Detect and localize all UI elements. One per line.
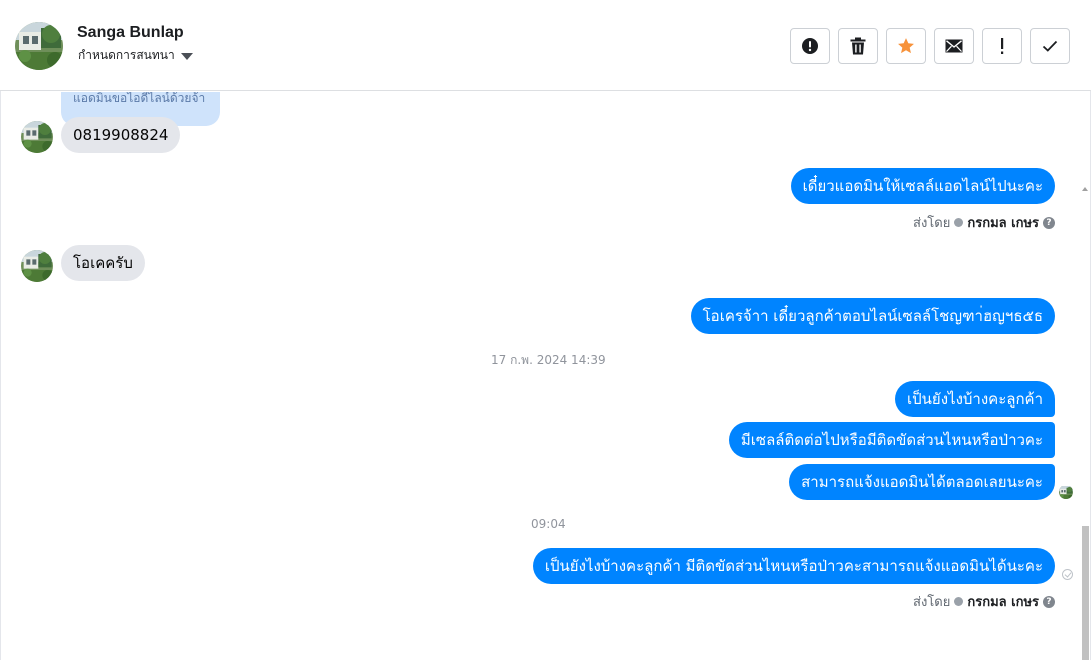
mark-done-button[interactable] <box>1030 28 1070 64</box>
agent-status-icon <box>954 218 964 227</box>
message-text: โอเคครับ <box>73 254 133 272</box>
seen-by-avatar <box>1059 485 1073 499</box>
contact-avatar[interactable] <box>15 22 63 70</box>
report-button[interactable] <box>790 28 830 64</box>
exclamation-icon <box>1001 38 1004 54</box>
header-toolbar <box>790 28 1070 64</box>
contact-name[interactable]: Sanga Bunlap <box>77 24 184 42</box>
message-text: สามารถแจ้งแอดมินได้ตลอดเลยนะคะ <box>801 473 1043 491</box>
message-text: เป็นยังไงบ้างคะลูกค้า มีติดขัดส่วนไหนหรื… <box>544 557 1043 575</box>
incoming-message[interactable]: โอเคครับ <box>61 245 145 281</box>
delete-button[interactable] <box>838 28 878 64</box>
incoming-message[interactable]: 0819908824 <box>61 117 181 153</box>
conversation-setting-dropdown[interactable]: กำหนดการสนทนา <box>78 46 193 65</box>
alert-circle-icon <box>802 38 818 54</box>
outgoing-message[interactable]: โอเครจ้าา เดี๋ยวลูกค้าตอบไลน์เซลล์โชญฑา่… <box>690 298 1055 334</box>
star-button[interactable] <box>886 28 926 64</box>
outgoing-message[interactable]: เดี๋ยวแอดมินให้เซลล์แอดไลน์ไปนะคะ <box>790 168 1055 204</box>
outgoing-message[interactable]: เป็นยังไงบ้างคะลูกค้า <box>895 381 1055 417</box>
sent-by-agent-name: กรกมล เกษร <box>967 216 1039 231</box>
timestamp-divider: 17 ก.พ. 2024 14:39 <box>491 353 606 367</box>
outgoing-message[interactable]: สามารถแจ้งแอดมินได้ตลอดเลยนะคะ <box>789 464 1055 500</box>
conversation-setting-label: กำหนดการสนทนา <box>78 48 175 62</box>
message-text: โอเครจ้าา เดี๋ยวลูกค้าตอบไลน์เซลล์โชญฑา่… <box>702 307 1043 325</box>
outgoing-message[interactable]: มีเซลล์ติดต่อไปหรือมีติดขัดส่วนไหนหรือป่… <box>728 422 1055 458</box>
caret-down-icon <box>180 52 193 60</box>
timestamp-divider: 09:04 <box>531 517 566 531</box>
scrollbar-thumb[interactable] <box>1082 526 1089 660</box>
sent-by-info: ส่งโดย กรกมล เกษร ? <box>913 591 1055 612</box>
message-text: เป็นยังไงบ้างคะลูกค้า <box>907 390 1043 408</box>
delivered-check-icon <box>1062 569 1073 580</box>
sent-by-label: ส่งโดย <box>913 216 951 231</box>
important-button[interactable] <box>982 28 1022 64</box>
outgoing-message[interactable]: เป็นยังไงบ้างคะลูกค้า มีติดขัดส่วนไหนหรื… <box>532 548 1055 584</box>
sent-by-info: ส่งโดย กรกมล เกษร ? <box>913 212 1055 233</box>
conversation-header: Sanga Bunlap กำหนดการสนทนา <box>0 0 1091 91</box>
scroll-up-arrow-icon[interactable] <box>1082 187 1088 191</box>
check-icon <box>1042 40 1058 52</box>
quoted-message-text: แอดมินขอไอดีไลน์ด้วยจ้า <box>73 92 206 105</box>
message-text: เดี๋ยวแอดมินให้เซลล์แอดไลน์ไปนะคะ <box>802 177 1043 195</box>
star-icon <box>898 38 914 54</box>
agent-status-icon <box>954 597 964 606</box>
trash-icon <box>850 37 866 55</box>
message-text: มีเซลล์ติดต่อไปหรือมีติดขัดส่วนไหนหรือป่… <box>740 431 1043 449</box>
help-icon[interactable]: ? <box>1043 595 1055 608</box>
mark-unread-button[interactable] <box>934 28 974 64</box>
sent-by-agent-name: กรกมล เกษร <box>967 595 1039 610</box>
sender-avatar[interactable] <box>21 121 53 153</box>
sender-avatar[interactable] <box>21 250 53 282</box>
message-text: 0819908824 <box>73 126 169 144</box>
envelope-icon <box>945 39 963 53</box>
message-thread[interactable]: แอดมินขอไอดีไลน์ด้วยจ้า 0819908824 เดี๋ย… <box>0 92 1091 660</box>
sent-by-label: ส่งโดย <box>913 595 951 610</box>
help-icon[interactable]: ? <box>1043 216 1055 229</box>
